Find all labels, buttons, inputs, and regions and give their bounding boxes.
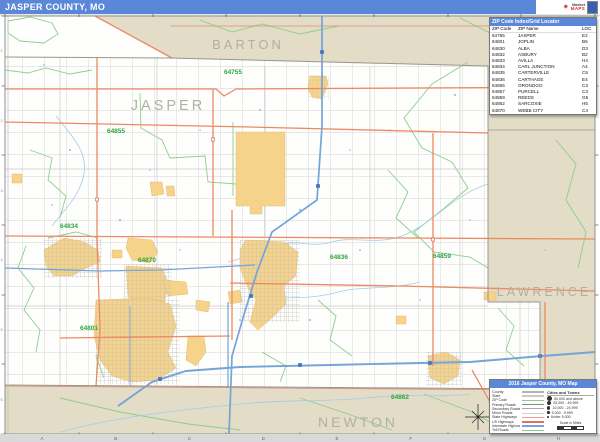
legend-swatch xyxy=(522,404,544,405)
interstate-shield-icon xyxy=(249,294,253,298)
grid-letter: H xyxy=(557,435,560,442)
grid-number-band: 1 2 3 4 5 6 xyxy=(0,16,5,434)
page-title: JASPER COUNTY, MO xyxy=(0,0,536,14)
scale-bar xyxy=(557,426,584,431)
urban-area-block xyxy=(236,132,285,214)
urban-area-carthage-west xyxy=(228,290,242,304)
us-route-shield-icon xyxy=(432,238,435,241)
grid-number: 2 xyxy=(1,118,3,123)
scale-label: Scale in Miles xyxy=(547,421,594,425)
table-cell: WEBB CITY xyxy=(518,108,582,114)
zip-code-index-table: ZIP Code Index/Grid Locator ZIP Code ZIP… xyxy=(489,17,597,115)
zip-label-64755: 64755 xyxy=(224,69,242,76)
map-page: JASPER COUNTY, MO ✷ Market MAPS xyxy=(0,0,600,442)
grid-number: 5 xyxy=(1,327,3,332)
urban-area-asbury xyxy=(12,174,22,183)
us-route-shield-icon xyxy=(96,198,99,201)
urban-area-avilla xyxy=(396,316,406,324)
grid-number: 6 xyxy=(1,397,3,402)
city-class-range: Under 5,000 xyxy=(551,415,571,419)
legend-swatch xyxy=(522,391,544,393)
legend-swatch xyxy=(522,395,544,397)
county-label-barton: BARTON xyxy=(212,37,284,52)
legend-swatch xyxy=(522,430,544,431)
city-class-row: Under 5,000 xyxy=(547,415,594,420)
legend-swatch xyxy=(522,425,544,427)
grid-number: 1 xyxy=(1,48,3,53)
grid-letter: F xyxy=(409,435,412,442)
grid-letter: E xyxy=(335,435,338,442)
city-class-range: 10,000 - 24,999 xyxy=(552,406,577,410)
grid-letter: A xyxy=(40,435,43,442)
interstate-shield-icon xyxy=(428,361,432,365)
county-label-newton: NEWTON xyxy=(318,414,398,430)
legend-item-label: Toll Roads xyxy=(492,428,520,432)
legend-cities-column: Cities and Towns 50,000 and above25,000 … xyxy=(547,390,594,433)
logo-star-icon: ✷ xyxy=(563,2,569,13)
zip-table-rows: 64755JASPERE264801JOPLINB664830ALBAD3648… xyxy=(490,33,596,114)
zip-label-64801: 64801 xyxy=(80,325,98,332)
column-header-zip-code: ZIP Code xyxy=(492,26,518,32)
table-row: 64870WEBB CITYC4 xyxy=(490,108,596,114)
legend-header: 2016 Jasper County, MO Map xyxy=(490,380,596,388)
interstate-shield-icon xyxy=(320,50,324,54)
scale-bar-block: Scale in Miles xyxy=(547,421,594,430)
city-class-range: 25,000 - 49,999 xyxy=(553,401,578,405)
urban-area-purcell xyxy=(112,250,122,258)
legend-swatch xyxy=(522,413,544,414)
legend-body: CountyStateZIP CodePrimary RoadsSecondar… xyxy=(490,388,596,434)
logo-badge-icon xyxy=(587,1,598,14)
logo-text: Market MAPS xyxy=(571,3,585,11)
zip-table-column-headers: ZIP Code ZIP Name LOC xyxy=(490,26,596,33)
grid-letter: B xyxy=(114,435,117,442)
logo-line2: MAPS xyxy=(571,7,585,11)
county-label-jasper: JASPER xyxy=(131,98,205,114)
zip-label-64862: 64862 xyxy=(391,394,409,401)
legend-swatch xyxy=(522,400,544,401)
city-class-list: 50,000 and above25,000 - 49,99910,000 - … xyxy=(547,397,594,420)
column-header-loc: LOC xyxy=(582,26,594,32)
zip-table-header: ZIP Code Index/Grid Locator xyxy=(490,18,596,26)
grid-number: 4 xyxy=(1,257,3,262)
city-size-dot-icon xyxy=(547,411,550,414)
city-size-dot-icon xyxy=(547,406,550,409)
legend-swatch xyxy=(522,408,544,409)
legend-line-items: CountyStateZIP CodePrimary RoadsSecondar… xyxy=(492,390,544,433)
column-header-zip-name: ZIP Name xyxy=(518,26,582,32)
grid-letter: G xyxy=(483,435,487,442)
legend-swatch xyxy=(522,421,544,423)
table-cell: C4 xyxy=(582,108,594,114)
interstate-shield-icon xyxy=(316,184,320,188)
zip-label-64855: 64855 xyxy=(107,128,125,135)
zip-label-64836: 64836 xyxy=(330,254,348,261)
interstate-shield-icon xyxy=(158,377,162,381)
grid-number: 3 xyxy=(1,188,3,193)
table-cell: 64870 xyxy=(492,108,518,114)
city-class-range: 5,000 - 9,999 xyxy=(552,411,573,415)
scale-segment xyxy=(577,427,583,430)
city-size-dot-icon xyxy=(547,416,549,418)
urban-area-alba xyxy=(150,182,164,196)
legend-swatch xyxy=(522,417,544,419)
grid-letter: D xyxy=(262,435,265,442)
urban-area-reeds xyxy=(484,292,496,300)
grid-letter: C xyxy=(188,435,191,442)
us-route-shield-icon xyxy=(212,138,215,141)
brand-logo: ✷ Market MAPS xyxy=(536,0,600,14)
cities-and-towns-header: Cities and Towns xyxy=(547,390,594,396)
legend-item: Toll Roads xyxy=(492,428,544,432)
county-label-lawrence: LAWRENCE xyxy=(497,285,591,299)
interstate-shield-icon xyxy=(298,363,302,367)
zip-label-64859: 64859 xyxy=(433,253,451,260)
grid-letter-band: A B C D E F G H xyxy=(0,434,600,442)
zip-label-64834: 64834 xyxy=(60,223,78,230)
urban-area-joplin-ne xyxy=(196,300,210,312)
map-legend: 2016 Jasper County, MO Map CountyStateZI… xyxy=(489,379,597,434)
urban-area-neck-city xyxy=(166,186,175,196)
zip-label-64870: 64870 xyxy=(138,257,156,264)
city-class-range: 50,000 and above xyxy=(554,397,583,401)
